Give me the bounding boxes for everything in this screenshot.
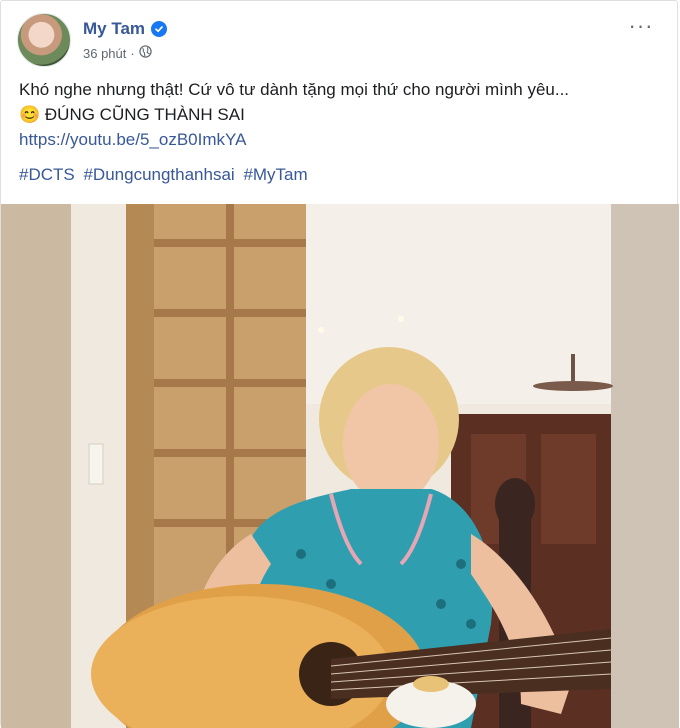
- post-text: Khó nghe nhưng thật! Cứ vô tư dành tặng …: [19, 77, 659, 152]
- globe-icon[interactable]: [139, 45, 152, 61]
- post-text-line1: Khó nghe nhưng thật! Cứ vô tư dành tặng …: [19, 80, 570, 99]
- post-header: My Tam 36 phút · ···: [17, 13, 657, 69]
- youtube-link[interactable]: https://youtu.be/5_ozB0ImkYA: [19, 130, 246, 149]
- author-avatar[interactable]: [17, 13, 71, 67]
- meta-separator: ·: [130, 45, 135, 61]
- more-options-icon[interactable]: ···: [627, 15, 655, 39]
- video-frame: [1, 204, 679, 728]
- hashtag-mytam[interactable]: #MyTam: [243, 165, 307, 184]
- post-text-line2: ĐÚNG CŨNG THÀNH SAI: [44, 105, 245, 124]
- author-name-row: My Tam: [83, 19, 168, 39]
- smile-emoji-icon: 😊: [19, 105, 41, 124]
- hashtag-dcts[interactable]: #DCTS: [19, 165, 75, 184]
- post-text-line2-row: 😊 ĐÚNG CŨNG THÀNH SAI: [19, 102, 659, 127]
- post-time[interactable]: 36 phút: [83, 46, 126, 61]
- hashtags: #DCTS #Dungcungthanhsai #MyTam: [19, 162, 312, 187]
- facebook-post: My Tam 36 phút · ··· Khó nghe nhưng thật…: [0, 0, 679, 728]
- post-meta: 36 phút ·: [83, 45, 152, 61]
- author-name[interactable]: My Tam: [83, 19, 145, 39]
- video-player[interactable]: [1, 204, 679, 728]
- hashtag-dungcungthanhsai[interactable]: #Dungcungthanhsai: [83, 165, 234, 184]
- verified-badge-icon: [151, 21, 168, 37]
